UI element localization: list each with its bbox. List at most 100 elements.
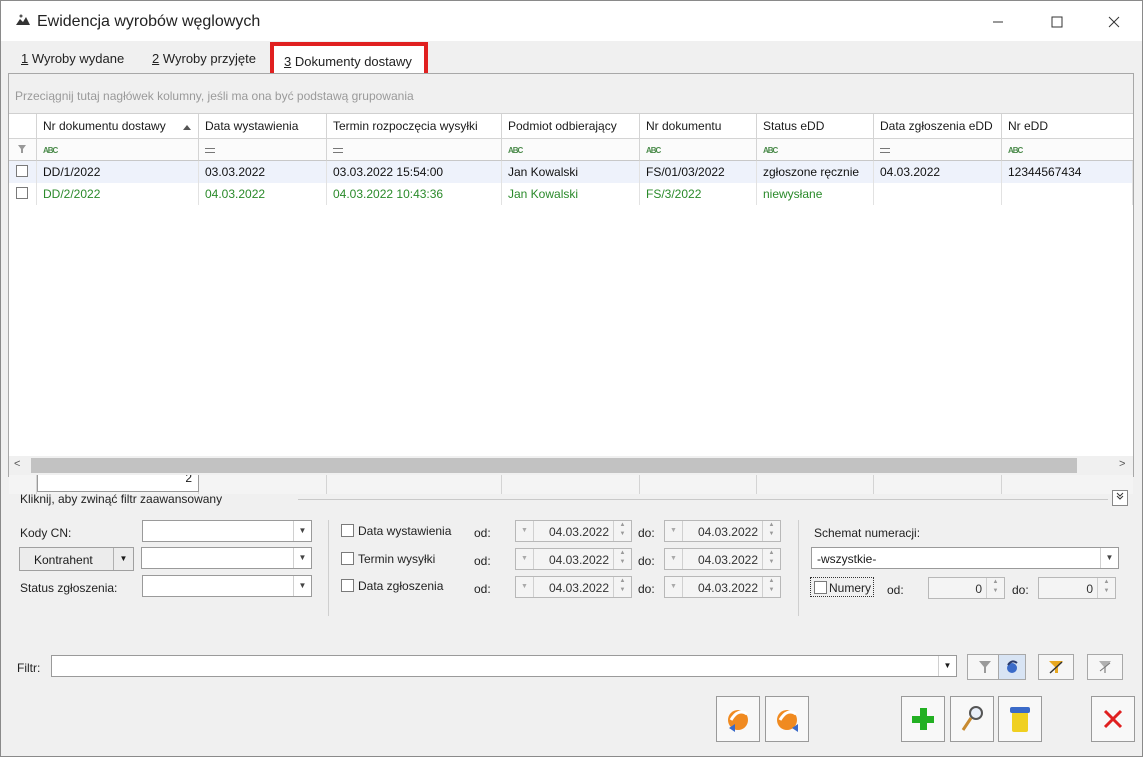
cell-podmiot: Jan Kowalski [502,161,640,183]
filter-row-icon[interactable] [9,139,37,161]
column-header[interactable]: Data wystawienia [199,114,327,139]
cell-nr-dok: FS/3/2022 [640,183,757,205]
status-select[interactable]: ▼ [142,575,312,597]
column-filter[interactable] [874,139,1002,161]
column-filter[interactable]: ABC [1002,139,1133,161]
row-checkbox[interactable] [9,183,37,205]
add-icon [912,708,934,730]
filter-icon [18,145,26,153]
cell-termin: 04.03.2022 10:43:36 [327,183,502,205]
eco-export-button[interactable] [716,696,760,742]
divider [298,499,1108,500]
cell-data: 03.03.2022 [199,161,327,183]
equals-filter-icon [205,148,215,153]
numery-label: Numery [829,581,872,595]
cell-nr-edd [1002,183,1133,205]
select-all-header[interactable] [9,114,37,139]
date-to-field[interactable]: ▼ 04.03.2022 ▲ ▼ [664,520,781,542]
termin-checkbox[interactable] [341,552,354,565]
scrollbar-thumb[interactable] [31,458,1077,473]
eco-import-button[interactable] [765,696,809,742]
cell-podmiot: Jan Kowalski [502,183,640,205]
kontrahent-button[interactable]: Kontrahent ▼ [19,547,134,571]
delete-button[interactable] [998,696,1042,742]
od-label: od: [474,582,491,596]
schemat-select[interactable]: -wszystkie- ▼ [811,547,1119,569]
do-label: do: [638,582,655,596]
date-from-field[interactable]: ▼ 04.03.2022 ▲ ▼ [515,520,632,542]
text-filter-icon: ABC [43,146,58,155]
filter-builder-button[interactable] [1038,654,1074,680]
column-header[interactable]: Podmiot odbierający [502,114,640,139]
numer-from-field[interactable]: 0 ▲ ▼ [928,577,1005,599]
app-icon [16,14,30,25]
termin-label: Termin wysyłki [358,552,436,566]
date-to-field[interactable]: ▼ 04.03.2022 ▲ ▼ [664,548,781,570]
window-title: Ewidencja wyrobów węglowych [37,13,261,30]
scroll-left-icon[interactable]: < [14,458,20,470]
maximize-button[interactable] [1034,7,1080,37]
do-label: do: [1012,583,1029,597]
numer-to-field[interactable]: 0 ▲ ▼ [1038,577,1116,599]
chevron-down-icon[interactable]: ▼ [113,548,133,570]
column-header[interactable]: Termin rozpoczęcia wysyłki [327,114,502,139]
data-wyst-label: Data wystawienia [358,524,452,538]
eco-filter-button[interactable] [998,654,1026,680]
edit-icon [961,706,983,731]
numery-checkbox[interactable] [814,581,827,594]
column-header[interactable]: Nr eDD [1002,114,1133,139]
chevron-down-icon: ▼ [1100,548,1118,568]
tab-wyroby-wydane[interactable]: 1 Wyroby wydane [21,51,124,66]
data-wyst-checkbox[interactable] [341,524,354,537]
column-filter[interactable] [199,139,327,161]
minimize-button[interactable] [975,7,1021,37]
od-label: od: [887,583,904,597]
kody-cn-select[interactable]: ▼ [142,520,312,542]
scroll-right-icon[interactable]: > [1119,458,1125,470]
do-label: do: [638,554,655,568]
column-filter[interactable]: ABC [37,139,199,161]
minimize-icon [993,21,1003,23]
group-by-area[interactable]: Przeciągnij tutaj nagłówek kolumny, jeśl… [9,74,1133,114]
equals-filter-icon [880,148,890,153]
column-header[interactable]: Nr dokumentu [640,114,757,139]
kontrahent-select[interactable]: ▼ [141,547,312,569]
date-to-field[interactable]: ▼ 04.03.2022 ▲ ▼ [664,576,781,598]
sort-asc-icon [183,125,191,130]
schemat-label: Schemat numeracji: [814,526,921,540]
collapse-filter-button[interactable] [1112,490,1128,506]
filtr-label: Filtr: [17,661,41,675]
column-filter[interactable]: ABC [757,139,874,161]
column-header[interactable]: Status eDD [757,114,874,139]
eco-icon [1007,660,1018,673]
clear-filter-button[interactable] [1087,654,1123,680]
add-button[interactable] [901,696,945,742]
chevron-double-down-icon [1116,492,1124,500]
column-filter[interactable]: ABC [502,139,640,161]
edit-button[interactable] [950,696,994,742]
date-from-field[interactable]: ▼ 04.03.2022 ▲ ▼ [515,548,632,570]
close-button[interactable] [1091,696,1135,742]
row-checkbox[interactable] [9,161,37,183]
column-header[interactable]: Data zgłoszenia eDD [874,114,1002,139]
column-filter[interactable] [327,139,502,161]
cell-nr-dok: FS/01/03/2022 [640,161,757,183]
column-header[interactable]: Nr dokumentu dostawy [37,114,199,139]
divider [798,520,799,616]
date-from-field[interactable]: ▼ 04.03.2022 ▲ ▼ [515,576,632,598]
data-zgl-checkbox[interactable] [341,579,354,592]
do-label: do: [638,526,655,540]
filter-collapse-link[interactable]: Kliknij, aby zwinąć filtr zaawansowany [20,492,222,506]
delete-icon [1010,707,1030,732]
column-filter[interactable]: ABC [640,139,757,161]
tab-bar: 1 Wyroby wydane 2 Wyroby przyjęte 3 Doku… [1,41,1142,78]
cell-data: 04.03.2022 [199,183,327,205]
advanced-filter: Kliknij, aby zwinąć filtr zaawansowany K… [8,480,1134,688]
horizontal-scrollbar[interactable]: < > [9,456,1133,475]
chevron-down-icon: ▼ [293,576,311,596]
close-icon [1103,709,1123,729]
filtr-input[interactable]: ▼ [51,655,957,677]
numery-checkbox-wrap[interactable]: Numery [810,577,874,597]
close-window-button[interactable] [1091,7,1137,37]
tab-wyroby-przyjete[interactable]: 2 Wyroby przyjęte [152,51,256,66]
